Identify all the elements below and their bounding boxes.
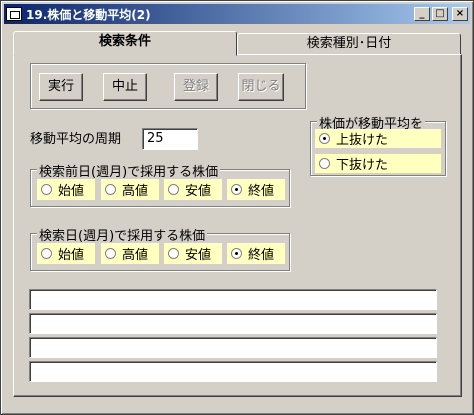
prev-day-option-close[interactable]: 終値 [227, 179, 285, 200]
cross-option-down[interactable]: 下抜けた [315, 154, 441, 173]
prev-day-option-high[interactable]: 高値 [101, 179, 159, 200]
maximize-button[interactable]: □ [432, 7, 448, 21]
day-option-low[interactable]: 安値 [164, 243, 222, 264]
action-button-group: 実行 中止 登録 閉じる [30, 63, 306, 109]
day-option-close[interactable]: 終値 [227, 243, 285, 264]
title-bar[interactable]: 19.株価と移動平均(2) _ □ × [4, 4, 470, 24]
tab-search-type-date[interactable]: 検索種別･日付 [237, 33, 461, 55]
cross-option-up[interactable]: 上抜けた [315, 129, 441, 148]
radio-icon [168, 248, 179, 259]
radio-icon [168, 184, 179, 195]
cross-direction-group: 株価が移動平均を 上抜けた 下抜けた [310, 113, 446, 176]
prev-day-option-low[interactable]: 安値 [164, 179, 222, 200]
output-line-1[interactable] [29, 289, 437, 310]
day-price-group: 検索日(週月)で採用する株価 始値 高値 安値 終値 [30, 225, 290, 271]
close-dialog-button[interactable]: 閉じる [238, 73, 284, 101]
app-window: 19.株価と移動平均(2) _ □ × 検索条件 検索種別･日付 実行 中止 登… [0, 0, 474, 415]
stop-button[interactable]: 中止 [103, 73, 147, 101]
minimize-button[interactable]: _ [414, 7, 430, 21]
run-button[interactable]: 実行 [39, 73, 83, 101]
output-line-4[interactable] [29, 361, 437, 382]
tab-panel: 実行 中止 登録 閉じる 移動平均の周期 25 検索前日(週月)で採用する株価 … [13, 54, 462, 397]
radio-checked-icon [319, 133, 330, 144]
radio-icon [41, 184, 52, 195]
period-input[interactable]: 25 [142, 128, 198, 150]
window-title: 19.株価と移動平均(2) [26, 7, 151, 22]
close-button[interactable]: × [452, 7, 468, 21]
day-option-open[interactable]: 始値 [37, 243, 95, 264]
prev-day-option-open[interactable]: 始値 [37, 179, 95, 200]
prev-day-group-title: 検索前日(週月)で採用する株価 [37, 161, 221, 180]
tab-search-conditions[interactable]: 検索条件 [13, 31, 237, 56]
radio-icon [105, 184, 116, 195]
radio-icon [319, 158, 330, 169]
day-group-title: 検索日(週月)で採用する株価 [37, 225, 208, 244]
radio-icon [105, 248, 116, 259]
prev-day-price-group: 検索前日(週月)で採用する株価 始値 高値 安値 終値 [30, 161, 290, 207]
radio-checked-icon [231, 248, 242, 259]
period-label: 移動平均の周期 [30, 132, 122, 147]
output-line-3[interactable] [29, 337, 437, 358]
app-icon[interactable] [6, 7, 22, 21]
output-line-2[interactable] [29, 313, 437, 334]
register-button[interactable]: 登録 [174, 73, 218, 101]
radio-icon [41, 248, 52, 259]
day-option-high[interactable]: 高値 [101, 243, 159, 264]
radio-checked-icon [231, 184, 242, 195]
